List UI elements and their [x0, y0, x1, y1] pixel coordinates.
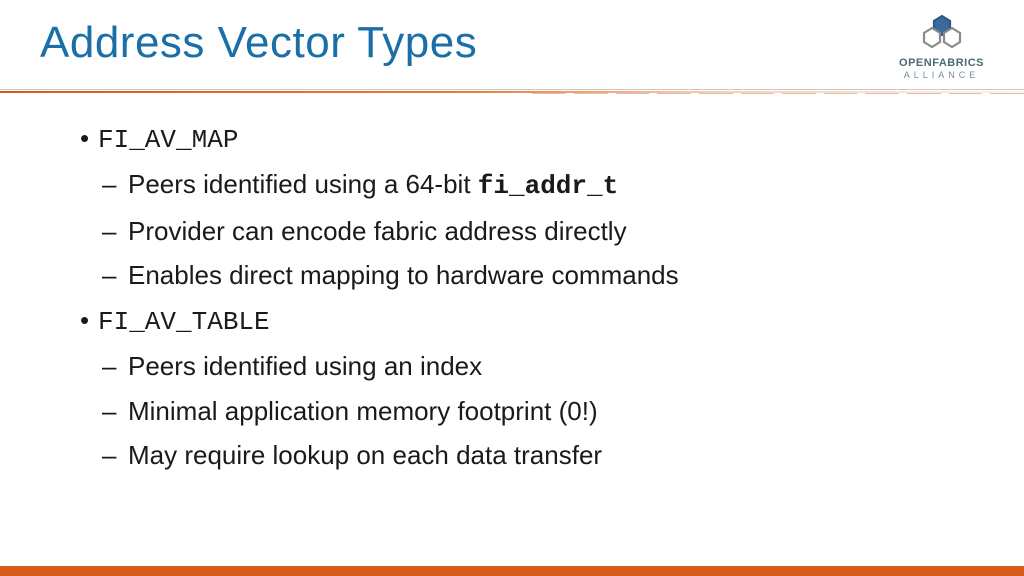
sub-bullet: Peers identified using an index	[98, 347, 964, 385]
logo-text: OPENFABRICS ALLIANCE	[899, 57, 984, 81]
slide-body: FI_AV_MAP Peers identified using a 64-bi…	[0, 95, 1024, 475]
hexagon-cluster-icon	[912, 14, 972, 54]
sub-bullet: Minimal application memory footprint (0!…	[98, 392, 964, 430]
sub-bullet: Peers identified using a 64-bit fi_addr_…	[98, 165, 964, 205]
openfabrics-logo: OPENFABRICS ALLIANCE	[899, 14, 984, 81]
footer-accent-bar	[0, 566, 1024, 576]
slide-header: Address Vector Types OPENFABRICS ALLIANC…	[0, 0, 1024, 89]
sub-bullet-text: May require lookup on each data transfer	[128, 440, 602, 470]
logo-bottom-text: ALLIANCE	[904, 70, 980, 80]
bullet-item: FI_AV_MAP Peers identified using a 64-bi…	[80, 119, 964, 295]
inline-code: fi_addr_t	[478, 171, 618, 201]
slide-title: Address Vector Types	[40, 18, 477, 68]
sub-bullet-text: Provider can encode fabric address direc…	[128, 216, 627, 246]
sub-bullet-text: Peers identified using a 64-bit	[128, 169, 478, 199]
sub-bullet-text: Minimal application memory footprint (0!…	[128, 396, 598, 426]
logo-top-text: OPENFABRICS	[899, 57, 984, 69]
sub-bullet: Enables direct mapping to hardware comma…	[98, 256, 964, 294]
sub-bullet-text: Enables direct mapping to hardware comma…	[128, 260, 679, 290]
bullet-label: FI_AV_MAP	[98, 125, 238, 155]
sub-bullet: May require lookup on each data transfer	[98, 436, 964, 474]
sub-bullet-text: Peers identified using an index	[128, 351, 482, 381]
sub-bullet: Provider can encode fabric address direc…	[98, 212, 964, 250]
header-separator	[0, 89, 1024, 95]
bullet-label: FI_AV_TABLE	[98, 307, 270, 337]
bullet-item: FI_AV_TABLE Peers identified using an in…	[80, 301, 964, 475]
